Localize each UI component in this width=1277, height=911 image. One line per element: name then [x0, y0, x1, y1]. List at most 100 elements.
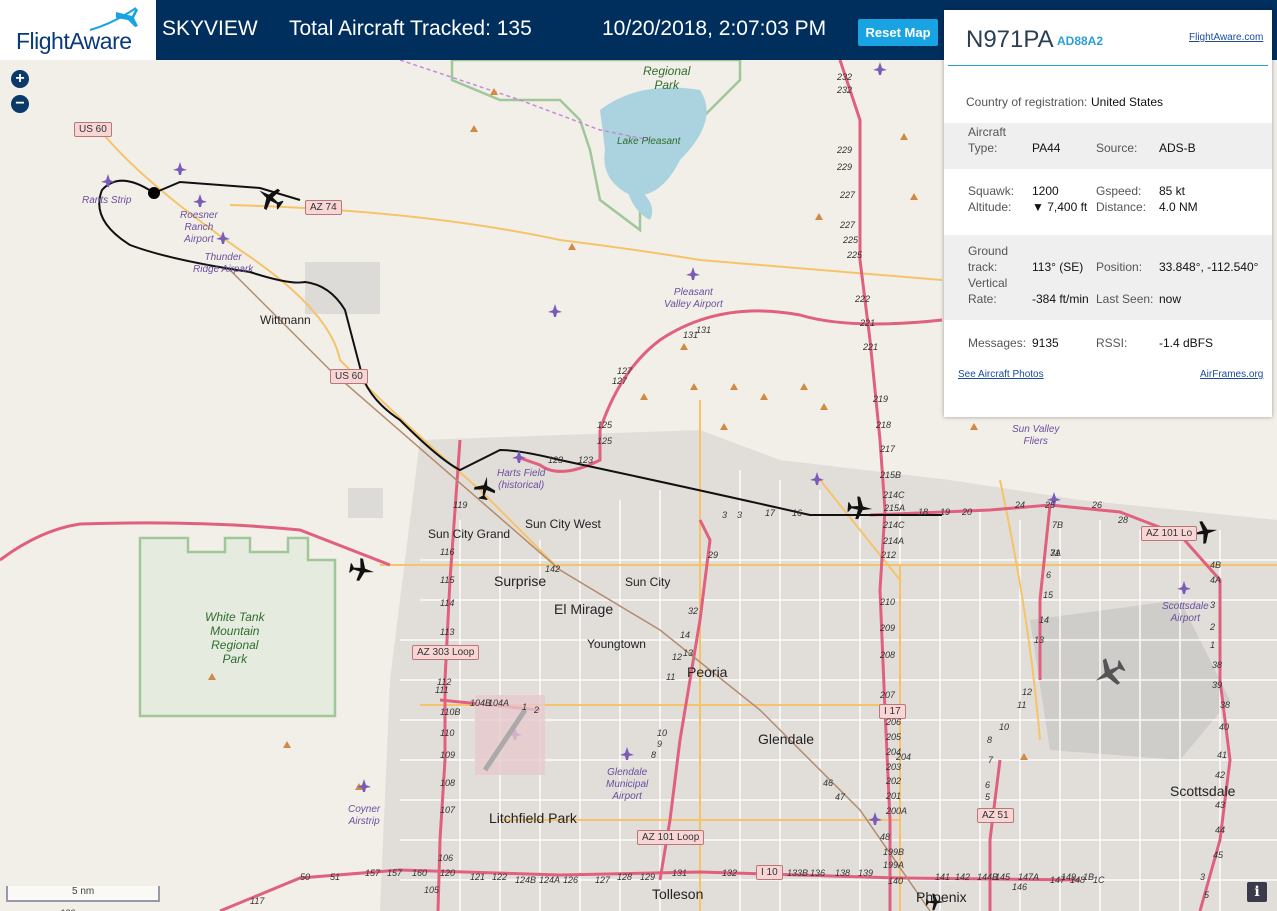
route-number: 201: [886, 791, 902, 801]
aircraft-registration: N971PA: [966, 26, 1054, 53]
shield-az-74: AZ 74: [305, 200, 342, 215]
shield-us-60-south: US 60: [330, 369, 368, 384]
scale-label: 5 nm: [72, 886, 95, 897]
aircraft-harts[interactable]: [471, 474, 499, 502]
route-number: 124A: [539, 875, 561, 885]
route-number: 214A: [883, 536, 905, 546]
aircraft-info-panel: N971PA AD88A2 FlightAware.com Country of…: [944, 10, 1272, 417]
route-number: 206: [886, 717, 902, 727]
city-litchfield-park: Litchfield Park: [489, 810, 577, 826]
route-number: 111: [435, 685, 449, 695]
route-number: 47: [835, 792, 846, 802]
route-number: 214C: [883, 490, 905, 500]
route-number: 1: [1210, 640, 1216, 650]
route-number: 115: [440, 575, 455, 585]
country-value: United States: [1091, 95, 1164, 109]
scale-bar: 5 nm: [6, 886, 160, 902]
airport-thunder-ridge: Thunder Ridge Airpark: [193, 252, 254, 275]
place-youngtown: Youngtown: [587, 637, 646, 651]
shield-az-101-loop-west: AZ 101 Loop: [637, 830, 705, 845]
route-number: 13: [683, 648, 694, 658]
route-number: 125: [597, 420, 613, 430]
route-number: 142: [545, 564, 561, 574]
route-number: 127: [595, 875, 611, 885]
route-number: 44: [1215, 825, 1226, 835]
route-number: 104A: [488, 698, 510, 708]
map-info-button[interactable]: i: [1247, 882, 1267, 902]
route-number: 133B: [787, 868, 809, 878]
altitude-value: ▼ 7,400 ft: [1032, 200, 1088, 214]
route-number: 229: [837, 162, 853, 172]
route-number: 120: [440, 868, 456, 878]
rssi-value: -1.4 dBFS: [1159, 336, 1214, 350]
last-seen-value: now: [1159, 292, 1182, 306]
vertical-rate-label: Vertical Rate:: [968, 276, 1008, 306]
route-number: 131: [696, 325, 712, 335]
shield-az-51: AZ 51: [977, 808, 1014, 823]
route-number: 38: [1212, 660, 1223, 670]
route-number: 10: [999, 722, 1010, 732]
route-number: 4A: [1210, 575, 1222, 585]
city-peoria: Peoria: [687, 664, 728, 680]
airframes-link[interactable]: AirFrames.org: [1200, 369, 1263, 380]
route-number: 16: [792, 508, 803, 518]
route-number: 6: [1046, 570, 1052, 580]
route-number: 122: [492, 872, 508, 882]
route-number: 128: [617, 872, 633, 882]
route-number: 227: [840, 190, 856, 200]
route-number: 208: [880, 650, 896, 660]
route-number: 7B: [1052, 520, 1064, 530]
route-number: 138: [835, 868, 851, 878]
position-label: Position:: [1096, 260, 1143, 274]
airport-roesner-ranch: Roesner Ranch Airport: [180, 210, 218, 245]
aircraft-type-value: PA44: [1032, 141, 1061, 155]
source-value: ADS-B: [1159, 141, 1196, 155]
route-number: 199A: [883, 860, 905, 870]
route-number: 123: [578, 455, 594, 465]
altitude-label: Altitude:: [968, 200, 1012, 214]
route-number: 7A: [1050, 548, 1062, 558]
route-number: 6: [985, 780, 991, 790]
ground-track-label: Ground track:: [968, 244, 1009, 274]
route-number: 110B: [440, 707, 461, 717]
flightaware-logo[interactable]: FlightAware: [0, 0, 156, 60]
route-number: 221: [860, 318, 876, 328]
lake-pleasant: Lake Pleasant: [617, 136, 681, 147]
route-number: 145: [995, 872, 1011, 882]
aircraft-photos-link[interactable]: See Aircraft Photos: [958, 369, 1044, 380]
route-number: 123: [548, 455, 564, 465]
route-number: 217: [880, 444, 896, 454]
route-number: 5: [985, 792, 991, 802]
route-number: 139: [858, 868, 874, 878]
position-value: 33.848°, -112.540°: [1159, 260, 1259, 274]
airport-sun-valley-fliers: Sun Valley Fliers: [1012, 424, 1060, 447]
route-number: 29: [708, 550, 719, 560]
park-lake-pleasant-regional: Regional Park: [643, 64, 691, 92]
route-number: 28: [1118, 515, 1129, 525]
aircraft-arrowhead[interactable]: [845, 493, 875, 523]
squawk-label: Squawk:: [968, 184, 1015, 198]
route-number: 51: [330, 872, 341, 882]
zoom-out-button[interactable]: −: [11, 95, 29, 113]
route-number: 24: [1015, 500, 1026, 510]
route-number: 2: [534, 705, 540, 715]
flightaware-link[interactable]: FlightAware.com: [1189, 32, 1263, 43]
zoom-in-button[interactable]: +: [11, 70, 29, 88]
reset-map-button[interactable]: Reset Map: [858, 19, 938, 46]
route-number: 146: [1012, 882, 1028, 892]
aircraft-scottsdale[interactable]: [1090, 654, 1128, 692]
route-number: 43: [1215, 800, 1226, 810]
route-number: 132: [722, 868, 738, 878]
messages-value: 9135: [1032, 336, 1059, 350]
messages-label: Messages:: [968, 336, 1027, 350]
route-number: 32: [688, 606, 699, 616]
aircraft-west[interactable]: [347, 555, 377, 585]
route-number: 229: [837, 145, 853, 155]
city-surprise: Surprise: [494, 573, 547, 589]
route-number: 14: [680, 630, 691, 640]
shield-us-60-north: US 60: [74, 122, 112, 137]
route-number: 106: [438, 853, 454, 863]
aircraft-selected-n971pa[interactable]: [254, 182, 286, 214]
source-label: Source:: [1096, 141, 1138, 155]
route-number: 38: [1220, 700, 1231, 710]
